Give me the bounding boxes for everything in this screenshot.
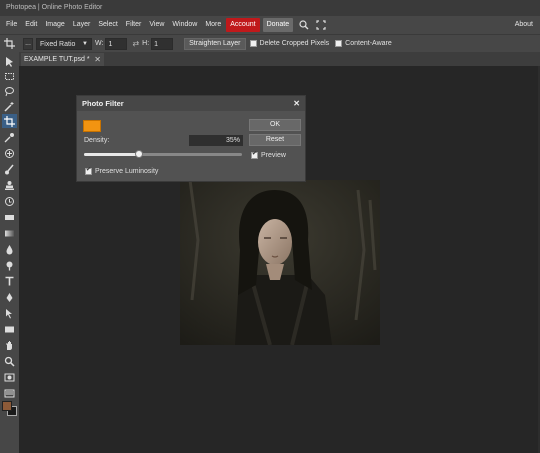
height-label: H: xyxy=(142,40,150,47)
gradient-icon[interactable] xyxy=(2,226,17,240)
eraser-icon[interactable] xyxy=(2,210,17,224)
type-icon[interactable] xyxy=(2,274,17,288)
tool-panel xyxy=(0,52,19,453)
filter-color-swatch[interactable] xyxy=(83,120,101,132)
options-bar: ... Fixed Ratio ▼ W: 1 ⇄ H: 1 Straighten… xyxy=(0,34,540,52)
title-bar: Photopea | Online Photo Editor xyxy=(0,0,540,16)
content-aware-checkbox[interactable]: Content-Aware xyxy=(335,40,392,47)
app-root: Photopea | Online Photo Editor File Edit… xyxy=(0,0,540,453)
chevron-down-icon: ▼ xyxy=(82,40,88,47)
crop-icon xyxy=(4,38,15,49)
stamp-icon[interactable] xyxy=(2,178,17,192)
width-input[interactable]: 1 xyxy=(105,37,128,50)
menu-edit[interactable]: Edit xyxy=(21,18,41,32)
eyedropper-icon[interactable] xyxy=(2,130,17,144)
search-icon[interactable] xyxy=(297,19,310,32)
close-icon[interactable]: ✕ xyxy=(94,53,101,66)
straighten-layer-button[interactable]: Straighten Layer xyxy=(184,37,246,50)
shape-icon[interactable] xyxy=(2,322,17,336)
crop-presets-button[interactable]: ... xyxy=(23,37,33,50)
account-button[interactable]: Account xyxy=(226,18,260,32)
fullscreen-icon[interactable] xyxy=(314,19,327,32)
brush-icon[interactable] xyxy=(2,162,17,176)
density-label: Density: xyxy=(84,137,110,144)
quick-mask-icon[interactable] xyxy=(2,370,17,384)
path-select-icon[interactable] xyxy=(2,306,17,320)
menu-image[interactable]: Image xyxy=(41,18,68,32)
portrait-photo xyxy=(180,180,380,345)
pen-icon[interactable] xyxy=(2,290,17,304)
content-aware-label: Content-Aware xyxy=(345,40,392,47)
width-label: W: xyxy=(95,40,104,47)
density-slider[interactable] xyxy=(84,150,242,158)
density-input[interactable]: 35% xyxy=(189,135,243,146)
menu-layer[interactable]: Layer xyxy=(69,18,95,32)
menu-select[interactable]: Select xyxy=(94,18,121,32)
density-slider-fill xyxy=(84,153,140,156)
marquee-icon[interactable] xyxy=(2,69,17,83)
foreground-color-swatch[interactable] xyxy=(2,401,12,411)
menu-more[interactable]: More xyxy=(201,18,225,32)
screen-mode-icon[interactable] xyxy=(2,386,17,400)
close-icon[interactable]: ✕ xyxy=(293,96,300,111)
blur-icon[interactable] xyxy=(2,242,17,256)
swap-icon[interactable]: ⇄ xyxy=(132,39,139,48)
donate-button[interactable]: Donate xyxy=(262,18,294,32)
reset-button[interactable]: Reset xyxy=(249,134,301,146)
ok-button[interactable]: OK xyxy=(249,119,301,131)
menu-file[interactable]: File xyxy=(2,18,21,32)
preserve-luminosity-box[interactable] xyxy=(85,166,92,175)
document-tab[interactable]: EXAMPLE TUT.psd * ✕ xyxy=(21,53,104,66)
dialog-title-text: Photo Filter xyxy=(82,99,124,108)
magic-wand-icon[interactable] xyxy=(2,99,17,113)
hand-icon[interactable] xyxy=(2,338,17,352)
dialog-title: Photo Filter ✕ xyxy=(77,96,305,111)
preserve-luminosity-label: Preserve Luminosity xyxy=(95,168,159,175)
document-canvas[interactable] xyxy=(180,180,380,345)
about-link[interactable]: About xyxy=(511,18,537,32)
ratio-select[interactable]: Fixed Ratio ▼ xyxy=(36,37,92,50)
delete-cropped-label: Delete Cropped Pixels xyxy=(259,40,330,47)
window-title: Photopea | Online Photo Editor xyxy=(6,4,103,11)
document-tab-bar: EXAMPLE TUT.psd * ✕ xyxy=(19,52,540,66)
delete-cropped-box[interactable] xyxy=(249,40,257,47)
healing-icon[interactable] xyxy=(2,146,17,160)
menu-window[interactable]: Window xyxy=(168,18,201,32)
photo-filter-dialog: Photo Filter ✕ Density: 35% Preserve Lum… xyxy=(76,95,306,182)
menu-view[interactable]: View xyxy=(145,18,168,32)
menu-filter[interactable]: Filter xyxy=(122,18,146,32)
ratio-select-value: Fixed Ratio xyxy=(40,40,76,48)
density-slider-handle[interactable] xyxy=(135,150,144,158)
height-input[interactable]: 1 xyxy=(151,37,174,50)
document-tab-label: EXAMPLE TUT.psd * xyxy=(24,56,90,63)
preview-box[interactable] xyxy=(251,150,258,159)
crop-tool-icon[interactable] xyxy=(2,114,17,128)
history-brush-icon[interactable] xyxy=(2,194,17,208)
move-icon[interactable] xyxy=(2,54,17,68)
zoom-icon[interactable] xyxy=(2,354,17,368)
preview-checkbox[interactable]: Preview xyxy=(251,150,286,159)
preview-label: Preview xyxy=(261,152,286,159)
delete-cropped-checkbox[interactable]: Delete Cropped Pixels xyxy=(249,40,330,47)
lasso-icon[interactable] xyxy=(2,84,17,98)
preserve-luminosity-checkbox[interactable]: Preserve Luminosity xyxy=(85,166,159,175)
content-aware-box[interactable] xyxy=(335,40,343,47)
menu-bar: File Edit Image Layer Select Filter View… xyxy=(0,16,540,34)
dodge-icon[interactable] xyxy=(2,258,17,272)
